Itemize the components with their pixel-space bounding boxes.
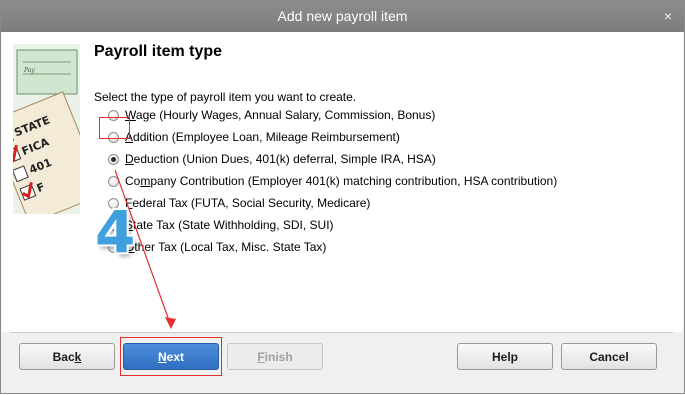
back-label-pre: Bac xyxy=(53,350,75,364)
footer-divider xyxy=(11,332,673,333)
radio-option-label: Deduction (Union Dues, 401(k) deferral, … xyxy=(125,152,436,166)
radio-option-6[interactable]: State Tax (State Withholding, SDI, SUI) xyxy=(108,216,334,234)
radio-option-2[interactable]: Addition (Employee Loan, Mileage Reimbur… xyxy=(108,128,400,146)
tax-forms-illustration-icon: Pay STATE FICA 401 F xyxy=(13,44,80,214)
radio-option-label: State Tax (State Withholding, SDI, SUI) xyxy=(125,218,334,232)
step-number-badge: 4 xyxy=(95,198,135,266)
finish-label-mnemonic: F xyxy=(257,350,264,364)
radio-option-label: Company Contribution (Employer 401(k) ma… xyxy=(125,174,557,188)
close-icon[interactable]: × xyxy=(660,1,676,32)
radio-button[interactable] xyxy=(108,176,119,187)
radio-option-label: Addition (Employee Loan, Mileage Reimbur… xyxy=(125,130,400,144)
finish-button[interactable]: Finish xyxy=(227,343,323,370)
help-button[interactable]: Help xyxy=(457,343,553,370)
cancel-button[interactable]: Cancel xyxy=(561,343,657,370)
radio-option-1[interactable]: Wage (Hourly Wages, Annual Salary, Commi… xyxy=(108,106,435,124)
radio-option-5[interactable]: Federal Tax (FUTA, Social Security, Medi… xyxy=(108,194,370,212)
cancel-label: Cancel xyxy=(589,350,628,364)
svg-text:Pay: Pay xyxy=(23,67,35,74)
window-title: Add new payroll item xyxy=(278,8,408,24)
radio-option-3[interactable]: Deduction (Union Dues, 401(k) deferral, … xyxy=(108,150,436,168)
radio-option-4[interactable]: Company Contribution (Employer 401(k) ma… xyxy=(108,172,557,190)
page-title: Payroll item type xyxy=(94,43,222,61)
annotation-highlight-box-next xyxy=(120,337,222,376)
radio-button[interactable] xyxy=(108,154,119,165)
instruction-text: Select the type of payroll item you want… xyxy=(94,90,356,104)
title-bar: Add new payroll item × xyxy=(1,1,684,32)
back-label-mnemonic: k xyxy=(75,350,82,364)
back-button[interactable]: Back xyxy=(19,343,115,370)
dialog-window: Add new payroll item × Pay STATE FICA 40… xyxy=(0,0,685,394)
radio-option-label: Wage (Hourly Wages, Annual Salary, Commi… xyxy=(125,108,435,122)
radio-option-label: Other Tax (Local Tax, Misc. State Tax) xyxy=(125,240,326,254)
help-label: Help xyxy=(492,350,518,364)
annotation-highlight-box xyxy=(99,117,130,139)
finish-label-rest: inish xyxy=(265,350,293,364)
radio-option-label: Federal Tax (FUTA, Social Security, Medi… xyxy=(125,196,370,210)
radio-option-7[interactable]: Other Tax (Local Tax, Misc. State Tax) xyxy=(108,238,326,256)
